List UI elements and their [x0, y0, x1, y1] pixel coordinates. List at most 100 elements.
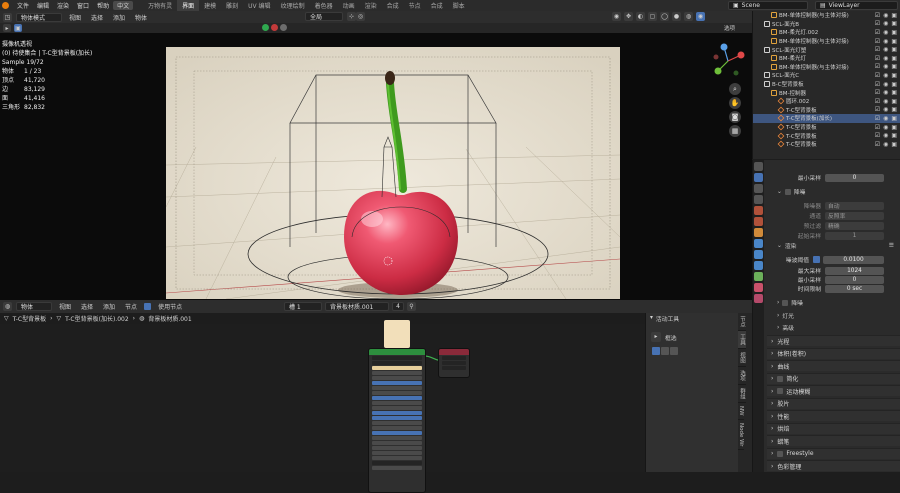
exclude-checkbox-icon[interactable]: ☑: [875, 98, 880, 105]
outliner-row[interactable]: BM-控制器 ☑ ◉ ▣: [753, 88, 900, 97]
outliner-row[interactable]: SCL-面光B ☑ ◉ ▣: [753, 20, 900, 29]
viewport-menu-add[interactable]: 添加: [110, 13, 128, 22]
workspace-tab-modeling[interactable]: 建模: [199, 0, 221, 11]
section-checkbox[interactable]: [777, 388, 784, 394]
eye-icon[interactable]: ◉: [883, 38, 888, 45]
texture-props-icon[interactable]: [754, 294, 763, 303]
min-samples-field[interactable]: 0: [825, 173, 884, 182]
proportional-edit-icon[interactable]: ◎: [356, 12, 365, 21]
time-limit-field[interactable]: 0 sec: [825, 284, 884, 293]
exclude-checkbox-icon[interactable]: ☑: [875, 20, 880, 27]
mode-dropdown[interactable]: 物体模式: [16, 12, 62, 22]
workspace-tab-rendering[interactable]: 渲染: [360, 0, 382, 11]
language-button[interactable]: 中文: [113, 1, 134, 10]
transform-orientation-dropdown[interactable]: 全局: [305, 12, 343, 21]
eye-icon[interactable]: ◉: [883, 55, 888, 62]
view-layer-selector[interactable]: ▤ ViewLayer: [815, 1, 898, 10]
camera-render-icon[interactable]: ▣: [891, 46, 897, 53]
particles-props-icon[interactable]: [754, 250, 763, 259]
workspace-tab-nodes[interactable]: 节点: [404, 0, 426, 11]
use-nodes-checkbox[interactable]: [144, 303, 152, 310]
node-object-dropdown[interactable]: 物体: [16, 302, 52, 311]
menu-file[interactable]: 文件: [13, 1, 33, 10]
properties-section[interactable]: › 蜡笔: [767, 435, 900, 446]
properties-section[interactable]: › 体积(卷积): [767, 347, 900, 359]
eye-icon[interactable]: ◉: [883, 141, 888, 148]
camera-render-icon[interactable]: ▣: [891, 132, 897, 139]
denoise-checkbox[interactable]: [784, 188, 791, 195]
outliner-row[interactable]: T-C型背景板 ☑ ◉ ▣: [753, 140, 900, 149]
select-new-icon[interactable]: [652, 347, 660, 355]
menu-render[interactable]: 渲染: [53, 1, 73, 10]
camera-render-icon[interactable]: ▣: [891, 89, 897, 96]
properties-section[interactable]: › 曲线: [767, 360, 900, 371]
camera-render-icon[interactable]: ▣: [891, 55, 897, 62]
scene-props-icon[interactable]: [754, 206, 763, 215]
material-props-icon[interactable]: [754, 283, 763, 292]
camera-render-icon[interactable]: ▣: [891, 106, 897, 113]
outliner-row[interactable]: BM-单体控制器(与主体对接) ☑ ◉ ▣: [753, 11, 900, 20]
workspace-tab-compositing[interactable]: 合成: [382, 0, 404, 11]
exclude-checkbox-icon[interactable]: ☑: [875, 38, 880, 45]
properties-section[interactable]: › 性能: [767, 410, 900, 421]
menu-edit[interactable]: 编辑: [33, 1, 53, 10]
outliner-row[interactable]: BM-柔光灯.002 ☑ ◉ ▣: [753, 28, 900, 37]
outliner-row[interactable]: BM-单体控制器(与主体对接) ☑ ◉ ▣: [753, 37, 900, 46]
eye-icon[interactable]: ◉: [883, 132, 888, 139]
properties-section[interactable]: › 胶片: [767, 397, 900, 409]
3d-viewport[interactable]: 摄像机透视 (0) 待使集合 | T-C型背景板(加长) Sample 19/7…: [0, 33, 752, 300]
lights-subsection[interactable]: › 灯光: [767, 311, 896, 321]
outliner-row[interactable]: T-C型背景板(加长) ☑ ◉ ▣: [753, 114, 900, 123]
properties-section[interactable]: › 色彩管理: [767, 460, 900, 471]
eye-icon[interactable]: ◉: [883, 72, 888, 79]
material-slot-dropdown[interactable]: 槽 1: [284, 302, 322, 311]
perspective-grid-icon[interactable]: ▦: [729, 125, 741, 137]
modifier-props-icon[interactable]: [754, 239, 763, 248]
denoise-sub-checkbox[interactable]: [782, 299, 789, 306]
eye-icon[interactable]: ◉: [883, 29, 888, 36]
render-engine-icon[interactable]: [262, 24, 269, 31]
data-props-icon[interactable]: [754, 272, 763, 281]
eye-icon[interactable]: ◉: [883, 106, 888, 113]
camera-render-icon[interactable]: ▣: [891, 63, 897, 70]
shading-solid-icon[interactable]: ●: [672, 12, 681, 21]
exclude-checkbox-icon[interactable]: ☑: [875, 55, 880, 62]
material-name-field[interactable]: 背景板材质.001: [325, 302, 389, 311]
sphere-icon[interactable]: [280, 24, 287, 31]
side-tab-tool[interactable]: 工具: [738, 331, 746, 349]
prefilter-dropdown[interactable]: 精确: [825, 221, 884, 230]
object-props-icon[interactable]: [754, 228, 763, 237]
exclude-checkbox-icon[interactable]: ☑: [875, 81, 880, 88]
editor-type-icon[interactable]: ◳: [3, 12, 12, 22]
gizmo-icon[interactable]: ✥: [624, 12, 633, 21]
exclude-checkbox-icon[interactable]: ☑: [875, 115, 880, 122]
render-props-icon[interactable]: [754, 173, 763, 182]
options-button[interactable]: 选项: [724, 24, 735, 32]
start-sample-field[interactable]: 1: [825, 231, 884, 240]
overlay-icon[interactable]: ◐: [636, 12, 645, 21]
outliner-row[interactable]: BM-单体控制器(与主体对接) ☑ ◉ ▣: [753, 63, 900, 72]
select-box-tool-icon[interactable]: ▸: [651, 332, 661, 342]
exclude-checkbox-icon[interactable]: ☑: [875, 106, 880, 113]
viewport-menu-select[interactable]: 选择: [88, 13, 106, 22]
side-tab-options[interactable]: 选项: [738, 367, 746, 385]
visibility-icon[interactable]: ◉: [612, 12, 621, 21]
workspace-tab-shading[interactable]: 着色器: [310, 0, 338, 11]
exclude-checkbox-icon[interactable]: ☑: [875, 29, 880, 36]
select-mode-icon[interactable]: ▸: [3, 24, 11, 32]
camera-render-icon[interactable]: ▣: [891, 98, 897, 105]
color-preview-swatch[interactable]: [384, 320, 410, 348]
camera-view-icon[interactable]: ◙: [729, 111, 741, 123]
outliner-row[interactable]: T-C型背景板 ☑ ◉ ▣: [753, 106, 900, 115]
menu-help[interactable]: 帮助: [93, 1, 113, 10]
exclude-checkbox-icon[interactable]: ☑: [875, 72, 880, 79]
node-editor-type-icon[interactable]: ◍: [3, 302, 12, 311]
exclude-checkbox-icon[interactable]: ☑: [875, 141, 880, 148]
select-box-icon[interactable]: ▣: [14, 24, 22, 32]
shading-rendered-icon[interactable]: ◉: [696, 12, 705, 21]
shading-material-icon[interactable]: ◍: [684, 12, 693, 21]
blender-logo-icon[interactable]: [2, 2, 9, 9]
navigation-gizmo[interactable]: [708, 41, 748, 81]
camera-render-icon[interactable]: ▣: [891, 29, 897, 36]
xray-icon[interactable]: ▢: [648, 12, 657, 21]
